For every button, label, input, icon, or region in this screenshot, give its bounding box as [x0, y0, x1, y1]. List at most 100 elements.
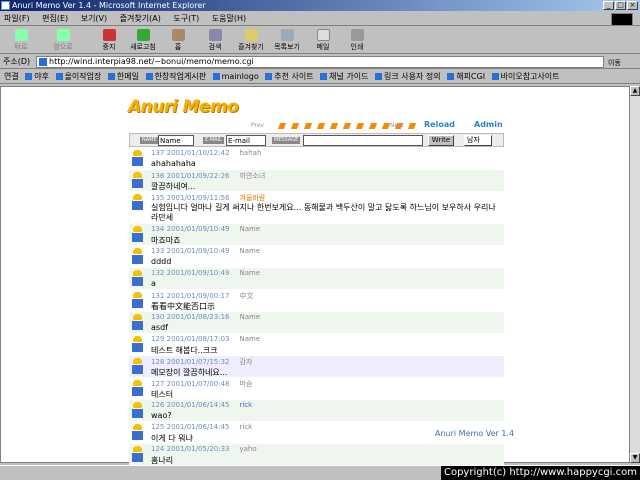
page-dot[interactable] [316, 123, 326, 129]
entry-meta: 131 2001/01/09/00:17 中文 [151, 291, 254, 301]
prev-link[interactable]: Prev [251, 122, 264, 129]
history-button[interactable]: 목록보기 [269, 29, 305, 53]
vertical-scrollbar[interactable]: ▲ ▼ [630, 86, 640, 463]
entry-meta: 137 2001/01/10/12:42 hahah [151, 149, 261, 157]
print-icon [350, 29, 364, 41]
stop-button[interactable]: 중지 [94, 29, 124, 53]
page-dot[interactable] [407, 123, 417, 129]
window-title: Anuri Memo Ver 1.4 - Microsoft Internet … [12, 1, 206, 10]
page-dot[interactable] [355, 123, 365, 129]
link-item[interactable]: mainlogo [213, 72, 259, 81]
mail-icon [316, 29, 330, 41]
back-button[interactable]: 뒤로 [6, 29, 36, 53]
page-dot[interactable] [342, 123, 352, 129]
link-item[interactable]: 해피CGI [447, 72, 485, 81]
avatar-icon [131, 314, 144, 331]
email-input[interactable] [226, 135, 266, 146]
link-item[interactable]: 바이오참고사이트 [492, 72, 560, 81]
entry-date: 2001/01/06/14:45 [166, 423, 230, 431]
avatar-icon [131, 380, 144, 397]
page-dot[interactable] [277, 123, 287, 129]
windows-logo-icon [611, 13, 633, 26]
avatar-icon [131, 336, 144, 353]
entry-author: Name [239, 225, 261, 233]
entry-message: ahahahaha [151, 159, 196, 168]
scroll-up-icon[interactable]: ▲ [630, 86, 640, 96]
entry-meta: 127 2001/01/07/00:48 머슴 [151, 379, 252, 389]
menu-favorites[interactable]: 즐겨찾기(A) [120, 14, 161, 23]
entry-message: 테스트 해봅다..크크 [151, 346, 218, 355]
entry-message: asdf [151, 323, 168, 332]
title-bar: Anuri Memo Ver 1.4 - Microsoft Internet … [0, 0, 640, 11]
entry-number: 127 [151, 380, 165, 388]
name-input[interactable] [158, 135, 194, 146]
write-button[interactable]: Write [428, 135, 454, 146]
entry-author: hahah [239, 149, 262, 157]
entry-author: rick [239, 401, 253, 409]
page-icon [39, 58, 47, 66]
memo-entry: 130 2001/01/08/23:16 Name asdf [129, 312, 504, 334]
page-dot[interactable] [368, 123, 378, 129]
entry-author: 머슴 [239, 380, 253, 388]
page-dot[interactable] [303, 123, 313, 129]
entry-date: 2001/01/08/17:03 [166, 335, 230, 343]
entry-message: 깔끔하네여... [151, 182, 196, 191]
home-button[interactable]: 홈 [163, 29, 193, 53]
memo-list: 137 2001/01/10/12:42 hahah ahahahaha 136 20… [129, 148, 504, 466]
entry-date: 2001/01/08/23:16 [166, 313, 230, 321]
mail-button[interactable]: 메일 [308, 29, 338, 53]
menu-help[interactable]: 도움말(H) [212, 14, 246, 23]
link-item[interactable]: 채널 가이드 [320, 72, 368, 81]
memo-entry: 126 2001/01/06/14:45 rick wao? [129, 400, 504, 422]
print-button[interactable]: 인쇄 [342, 29, 372, 53]
avatar-icon [131, 358, 144, 375]
menu-edit[interactable]: 편집(E) [42, 14, 68, 23]
avatar-icon [131, 172, 144, 189]
message-input[interactable] [303, 135, 423, 146]
entry-number: 131 [151, 292, 165, 300]
go-button[interactable]: 이동 [608, 56, 621, 70]
link-item[interactable]: 추천 사이트 [265, 72, 313, 81]
forward-button[interactable]: 앞으로 [48, 29, 78, 53]
entry-message: 看看中文能否口示 [151, 302, 215, 311]
memo-entry: 134 2001/01/09/10:49 Name 마죠마죠 [129, 224, 504, 246]
minimize-button[interactable]: _ [603, 1, 614, 10]
gender-select[interactable]: 남자 [464, 135, 492, 146]
link-item[interactable]: 링크 사용자 정의 [375, 72, 441, 81]
maximize-button[interactable]: □ [615, 1, 626, 10]
refresh-button[interactable]: 새로고침 [124, 29, 162, 53]
entry-number: 129 [151, 335, 165, 343]
menu-view[interactable]: 보기(V) [81, 14, 107, 23]
menu-bar: 파일(F) 편집(E) 보기(V) 즐겨찾기(A) 도구(T) 도움말(H) [0, 12, 640, 26]
entry-number: 135 [151, 194, 165, 202]
entry-meta: 132 2001/01/09/10:49 Name [151, 269, 260, 277]
search-button[interactable]: 검색 [200, 29, 230, 53]
page-dot[interactable] [329, 123, 339, 129]
favorites-button[interactable]: 즐겨찾기 [233, 29, 269, 53]
entry-number: 137 [151, 149, 165, 157]
admin-link[interactable]: Admin [474, 120, 503, 129]
page-navigation: Prev Next [251, 121, 511, 131]
menu-file[interactable]: 파일(F) [4, 14, 30, 23]
page-content: Anuri Memo Prev Next Reload Admin NAME E… [0, 86, 630, 466]
close-button[interactable]: × [627, 1, 638, 10]
entry-date: 2001/01/09/00:17 [166, 292, 230, 300]
link-item[interactable]: 한창작업게시판 [146, 72, 207, 81]
entry-author: 감자 [239, 358, 253, 366]
menu-tools[interactable]: 도구(T) [173, 14, 199, 23]
link-item[interactable]: 올이작업장 [56, 72, 102, 81]
entry-message: 테스터 [151, 390, 174, 399]
entry-meta: 128 2001/01/07/15:32 감자 [151, 357, 252, 367]
reload-link[interactable]: Reload [424, 120, 455, 129]
scroll-down-icon[interactable]: ▼ [630, 453, 640, 463]
page-dot[interactable] [381, 123, 391, 129]
link-item[interactable]: 한메일 [108, 72, 139, 81]
next-link[interactable]: Next [390, 121, 404, 131]
address-input[interactable]: http://wind.interpia98.net/~bonui/memo/m… [36, 56, 604, 68]
entry-number: 132 [151, 269, 165, 277]
entry-number: 134 [151, 225, 165, 233]
memo-entry: 128 2001/01/07/15:32 감자 메모장이 깔끔하네요... [129, 356, 504, 378]
link-item[interactable]: 야후 [25, 72, 49, 81]
page-dot[interactable] [290, 123, 300, 129]
memo-entry: 129 2001/01/08/17:03 Name 테스트 해봅다..크크 [129, 334, 504, 356]
